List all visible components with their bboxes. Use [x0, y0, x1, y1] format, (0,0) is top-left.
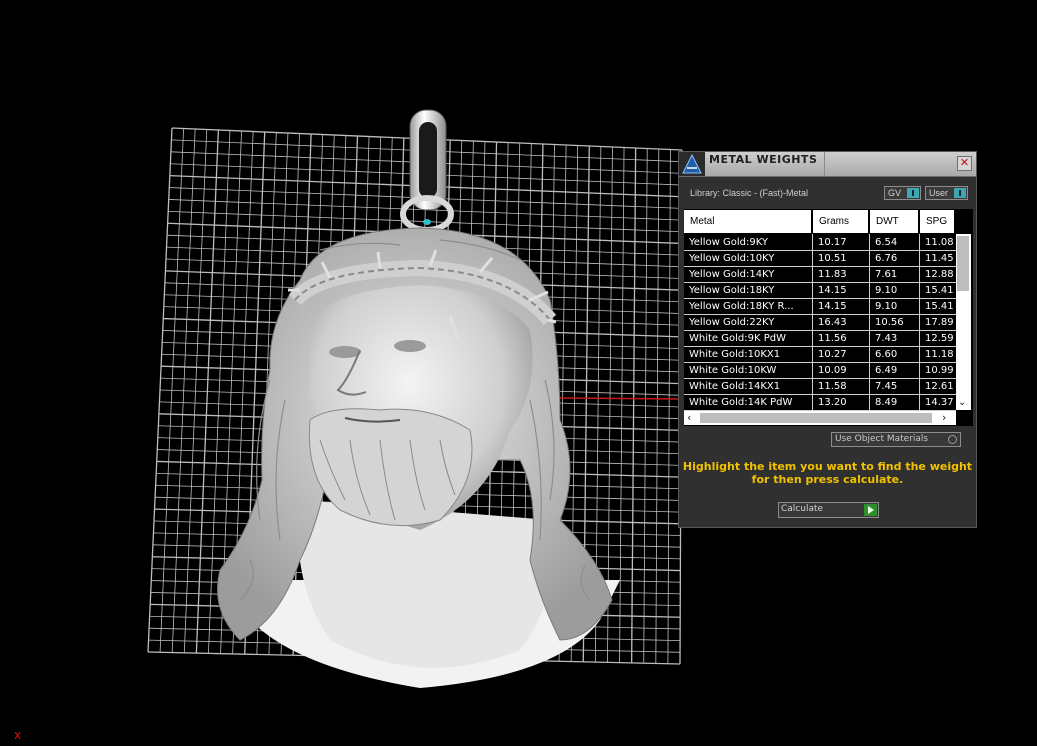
instruction-text: Highlight the item you want to find the … — [682, 460, 973, 486]
cell-grams: 10.17 — [818, 237, 847, 248]
cell-grams: 14.15 — [818, 285, 847, 296]
cell-grams: 10.27 — [818, 349, 847, 360]
cell-spg: 15.41 — [925, 301, 954, 312]
column-divider — [812, 234, 813, 410]
table-row[interactable]: White Gold:9K PdW 11.56 7.43 12.59 — [684, 331, 956, 346]
cell-grams: 11.56 — [818, 333, 847, 344]
cell-metal: Yellow Gold:18KY — [689, 285, 775, 296]
cell-metal: Yellow Gold:9KY — [689, 237, 768, 248]
table-row[interactable]: Yellow Gold:14KY 11.83 7.61 12.88 — [684, 267, 956, 282]
cell-dwt: 6.49 — [875, 365, 898, 376]
use-object-materials-label: Use Object Materials — [835, 434, 929, 444]
panel-title: METAL WEIGHTS — [709, 153, 818, 166]
pendant-model — [217, 109, 620, 688]
radio-icon — [948, 435, 957, 444]
cell-grams: 13.20 — [818, 397, 847, 408]
scroll-right-arrow-icon[interactable]: › — [942, 411, 946, 424]
vertical-scroll-thumb[interactable] — [957, 236, 969, 291]
cell-metal: Yellow Gold:22KY — [689, 317, 775, 328]
table-row[interactable]: Yellow Gold:22KY 16.43 10.56 17.89 — [684, 315, 956, 330]
cell-dwt: 10.56 — [875, 317, 904, 328]
axis-label-x: x — [14, 728, 22, 742]
vertical-scrollbar[interactable]: ⌄ — [956, 234, 971, 410]
scroll-down-arrow-icon[interactable]: ⌄ — [958, 397, 966, 408]
cell-metal: Yellow Gold:18KY R... — [689, 301, 794, 312]
cell-metal: Yellow Gold:14KY — [689, 269, 775, 280]
gv-toggle-label: GV — [888, 188, 902, 198]
cell-metal: White Gold:9K PdW — [689, 333, 786, 344]
cell-grams: 14.15 — [818, 301, 847, 312]
cell-metal: Yellow Gold:10KY — [689, 253, 775, 264]
cell-spg: 12.61 — [925, 381, 954, 392]
calculate-label: Calculate — [781, 504, 824, 514]
cell-grams: 11.83 — [818, 269, 847, 280]
cell-metal: White Gold:10KX1 — [689, 349, 781, 360]
x-axis-line — [559, 397, 681, 400]
horizontal-scrollbar[interactable]: ‹ › — [684, 411, 956, 425]
cell-spg: 11.08 — [925, 237, 954, 248]
cell-grams: 11.58 — [818, 381, 847, 392]
metal-weights-table[interactable]: Metal Grams DWT SPG Yellow Gold:9KY 10.17… — [684, 209, 973, 426]
toggle-knob-icon — [907, 188, 919, 198]
cell-spg: 17.89 — [925, 317, 954, 328]
column-divider — [919, 234, 920, 410]
calculate-button[interactable]: Calculate — [778, 502, 879, 518]
cell-spg: 12.88 — [925, 269, 954, 280]
cell-grams: 16.43 — [818, 317, 847, 328]
cell-dwt: 6.54 — [875, 237, 898, 248]
scroll-corner — [956, 411, 973, 426]
table-row[interactable]: White Gold:14KX1 11.58 7.45 12.61 — [684, 379, 956, 394]
table-row[interactable]: Yellow Gold:18KY 14.15 9.10 15.41 — [684, 283, 956, 298]
cell-spg: 12.59 — [925, 333, 954, 344]
table-row[interactable]: White Gold:10KW 10.09 6.49 10.99 — [684, 363, 956, 378]
cell-spg: 11.18 — [925, 349, 954, 360]
column-divider — [869, 234, 870, 410]
table-row[interactable]: White Gold:10KX1 10.27 6.60 11.18 — [684, 347, 956, 362]
cell-metal: White Gold:10KW — [689, 365, 777, 376]
metal-weights-panel[interactable]: METAL WEIGHTS ✕ Library: Classic - (Fast… — [678, 151, 977, 528]
panel-titlebar[interactable]: METAL WEIGHTS ✕ — [679, 152, 976, 177]
cell-dwt: 7.45 — [875, 381, 898, 392]
titlebar-divider — [824, 152, 825, 176]
cell-spg: 10.99 — [925, 365, 954, 376]
cell-metal: White Gold:14K PdW — [689, 397, 793, 408]
cell-dwt: 9.10 — [875, 285, 898, 296]
cell-grams: 10.51 — [818, 253, 847, 264]
column-header-spg[interactable]: SPG — [920, 210, 954, 233]
cell-dwt: 7.43 — [875, 333, 898, 344]
cell-spg: 14.37 — [925, 397, 954, 408]
cell-dwt: 6.76 — [875, 253, 898, 264]
user-toggle[interactable]: User — [925, 186, 968, 200]
play-icon — [864, 504, 877, 516]
cell-grams: 10.09 — [818, 365, 847, 376]
cell-dwt: 6.60 — [875, 349, 898, 360]
cell-metal: White Gold:14KX1 — [689, 381, 781, 392]
close-icon[interactable]: ✕ — [957, 156, 972, 171]
column-header-metal[interactable]: Metal — [684, 210, 811, 233]
table-header: Metal Grams DWT SPG — [684, 209, 973, 234]
app-logo-icon — [679, 152, 705, 176]
cell-spg: 15.41 — [925, 285, 954, 296]
user-toggle-label: User — [929, 188, 949, 198]
library-label: Library: Classic - (Fast)-Metal — [690, 188, 809, 198]
cell-dwt: 7.61 — [875, 269, 898, 280]
gv-toggle[interactable]: GV — [884, 186, 921, 200]
toggle-knob-icon — [954, 188, 966, 198]
column-header-grams[interactable]: Grams — [813, 210, 868, 233]
use-object-materials-toggle[interactable]: Use Object Materials — [831, 432, 961, 447]
column-header-dwt[interactable]: DWT — [870, 210, 918, 233]
table-row[interactable]: Yellow Gold:18KY R... 14.15 9.10 15.41 — [684, 299, 956, 314]
cell-dwt: 9.10 — [875, 301, 898, 312]
cell-spg: 11.45 — [925, 253, 954, 264]
scroll-left-arrow-icon[interactable]: ‹ — [687, 411, 691, 424]
table-row[interactable]: Yellow Gold:10KY 10.51 6.76 11.45 — [684, 251, 956, 266]
table-row[interactable]: Yellow Gold:9KY 10.17 6.54 11.08 — [684, 235, 956, 250]
horizontal-scroll-thumb[interactable] — [700, 413, 932, 423]
cell-dwt: 8.49 — [875, 397, 898, 408]
table-row[interactable]: White Gold:14K PdW 13.20 8.49 14.37 — [684, 395, 956, 410]
